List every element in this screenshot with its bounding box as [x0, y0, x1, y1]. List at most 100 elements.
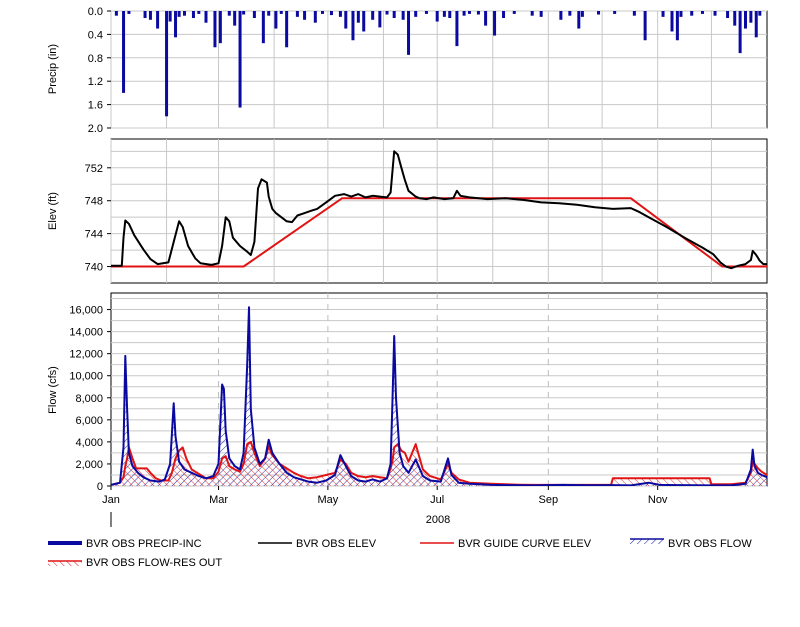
- precip-bar: [690, 11, 694, 16]
- flow-tick-label: 2,000: [75, 459, 103, 471]
- precip-bar: [356, 11, 360, 23]
- precip-bar: [143, 11, 147, 19]
- precip-bar: [661, 11, 665, 17]
- precip-bar: [279, 11, 283, 14]
- precip-bar: [329, 11, 333, 16]
- legend-item-res-out: BVR OBS FLOW-RES OUT: [48, 557, 222, 569]
- precip-bar: [177, 11, 181, 17]
- precip-bar: [484, 11, 488, 26]
- precip-tick-label: 2.0: [88, 123, 103, 135]
- legend: BVR OBS PRECIP-INC BVR OBS ELEV BVR GUID…: [48, 538, 752, 569]
- precip-bar: [114, 11, 118, 16]
- flow-tick-label: 6,000: [75, 415, 103, 427]
- precip-bar: [168, 11, 172, 22]
- precip-bar: [191, 11, 195, 19]
- precip-bar: [174, 11, 178, 38]
- precip-bar: [700, 11, 704, 14]
- precip-bar: [165, 11, 169, 117]
- precip-bar: [577, 11, 581, 29]
- precip-bar: [435, 11, 439, 22]
- precip-bar: [156, 11, 160, 29]
- legend-label-obs-elev: BVR OBS ELEV: [296, 538, 377, 550]
- precip-bar: [467, 11, 471, 14]
- precip-bar: [679, 11, 683, 17]
- precip-bar: [539, 11, 543, 17]
- precip-bar: [274, 11, 278, 29]
- legend-item-obs-elev: BVR OBS ELEV: [258, 538, 377, 550]
- x-tick-label: Mar: [209, 494, 228, 506]
- flow-tick-label: 0: [97, 481, 103, 493]
- precip-bar: [148, 11, 152, 20]
- precip-tick-label: 0.0: [88, 6, 103, 18]
- elev-tick-label: 744: [85, 229, 103, 241]
- precip-axis-title: Precip (in): [47, 44, 59, 94]
- x-tick-label: May: [317, 494, 338, 506]
- elev-tick-label: 740: [85, 262, 103, 274]
- precip-bar: [502, 11, 506, 19]
- flow-axis-title: Flow (cfs): [47, 366, 59, 414]
- precip-bar: [414, 11, 418, 17]
- precip-bar: [758, 11, 762, 16]
- precip-bar: [122, 11, 126, 93]
- precip-bar: [338, 11, 342, 17]
- precip-bar: [743, 11, 747, 29]
- hydrograph-chart: 0.0 0.4 0.8 1.2 1.6 2.0 740 744 748 752 0 2,000 4,00…: [47, 6, 768, 569]
- precip-bar: [213, 11, 217, 48]
- precip-bar: [392, 11, 396, 19]
- precip-bar: [233, 11, 237, 26]
- precip-bar: [749, 11, 753, 23]
- flow-tick-label: 14,000: [69, 327, 103, 339]
- precip-bar: [670, 11, 674, 32]
- x-tick-label: Sep: [539, 494, 559, 506]
- precip-bar: [713, 11, 717, 16]
- precip-bar: [568, 11, 572, 16]
- legend-label-res-out: BVR OBS FLOW-RES OUT: [86, 557, 222, 569]
- precip-bar: [462, 11, 466, 16]
- flow-tick-label: 12,000: [69, 349, 103, 361]
- flow-tick-label: 4,000: [75, 437, 103, 449]
- elev-tick-label: 752: [85, 163, 103, 175]
- precip-bar: [726, 11, 730, 19]
- precip-bar: [285, 11, 289, 48]
- precip-bar: [512, 11, 516, 14]
- legend-label-obs-flow: BVR OBS FLOW: [668, 538, 752, 550]
- precip-tick-label: 1.6: [88, 100, 103, 112]
- precip-bar: [632, 11, 636, 16]
- precip-tick-label: 0.4: [88, 29, 103, 41]
- precip-bar: [559, 11, 563, 20]
- precip-bar: [754, 11, 758, 38]
- legend-item-guide-curve: BVR GUIDE CURVE ELEV: [420, 538, 592, 550]
- precip-bar: [313, 11, 317, 23]
- precip-bar: [385, 11, 389, 15]
- precip-bar: [442, 11, 446, 17]
- precip-bar: [378, 11, 382, 28]
- precip-bar: [733, 11, 737, 26]
- precip-bar: [227, 11, 231, 16]
- precip-bar: [643, 11, 647, 41]
- precip-bar: [261, 11, 265, 44]
- precip-bar: [424, 11, 428, 14]
- precip-bar: [295, 11, 299, 17]
- precip-bar: [597, 11, 601, 15]
- elev-axis-title: Elev (ft): [47, 192, 59, 230]
- x-tick-label: Nov: [648, 494, 668, 506]
- precip-bar: [371, 11, 375, 20]
- x-year-label: 2008: [426, 514, 450, 526]
- precip-bar: [127, 11, 131, 14]
- precip-bar: [303, 11, 307, 20]
- precip-bar: [182, 11, 186, 16]
- precip-bar: [738, 11, 742, 54]
- precip-bar: [530, 11, 534, 16]
- legend-item-precip: BVR OBS PRECIP-INC: [48, 538, 202, 550]
- precip-bar: [401, 11, 405, 20]
- precip-tick-label: 1.2: [88, 76, 103, 88]
- flow-tick-label: 8,000: [75, 393, 103, 405]
- precip-bar: [613, 11, 617, 14]
- precip-bar: [197, 11, 201, 14]
- precip-bar: [362, 11, 366, 32]
- flow-tick-label: 10,000: [69, 371, 103, 383]
- legend-label-guide-curve: BVR GUIDE CURVE ELEV: [458, 538, 592, 550]
- x-tick-label: Jul: [430, 494, 444, 506]
- precip-bar: [675, 11, 679, 41]
- precip-bar: [455, 11, 459, 47]
